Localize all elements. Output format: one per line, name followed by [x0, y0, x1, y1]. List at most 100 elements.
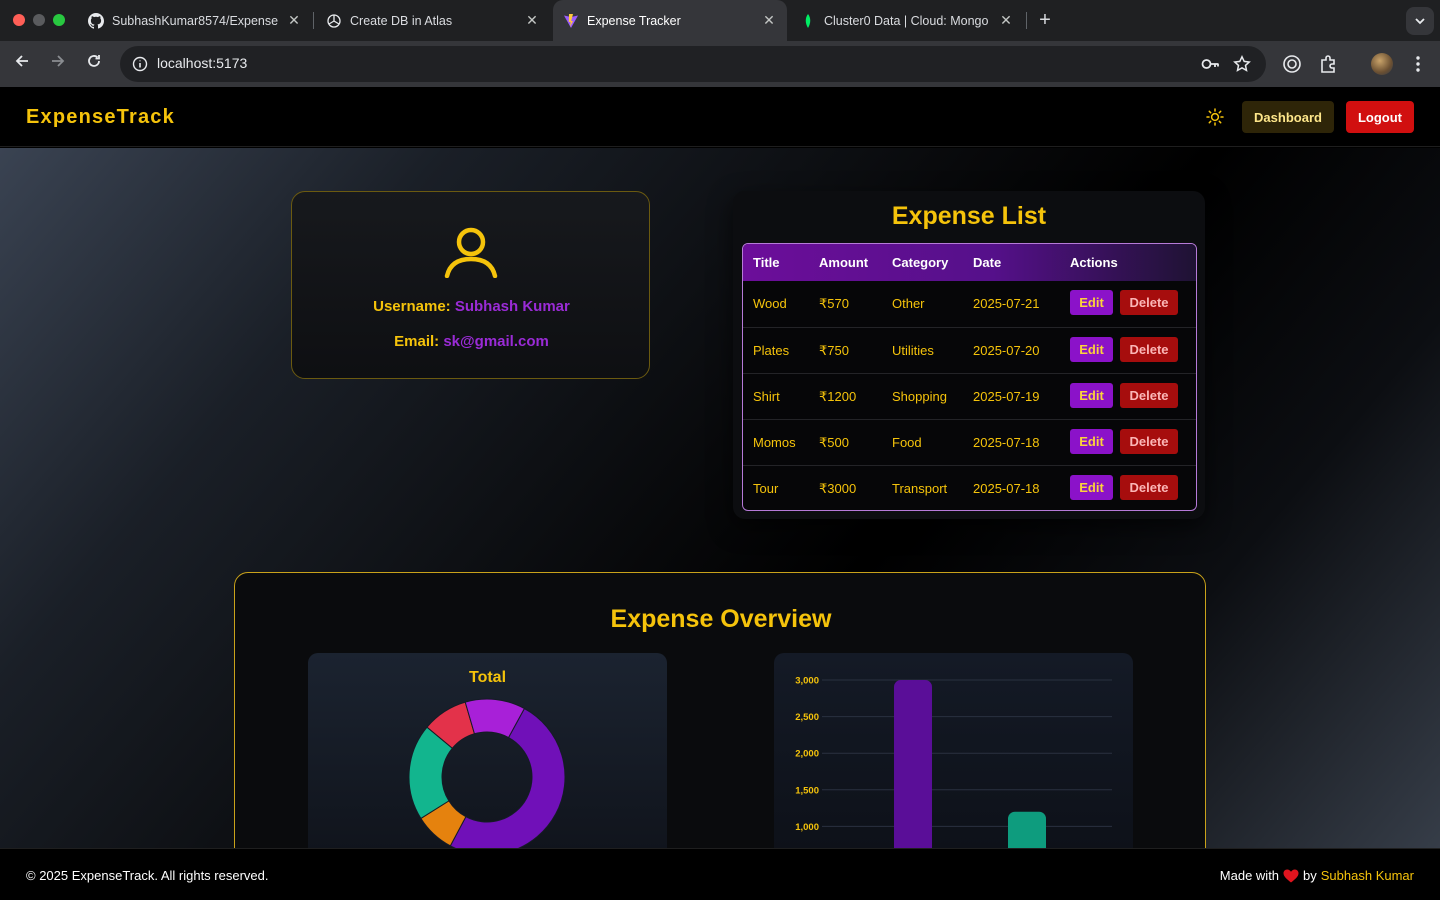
cell-title: Plates — [753, 343, 790, 358]
cell-date: 2025-07-21 — [973, 296, 1040, 311]
cell-amount: ₹500 — [819, 435, 849, 450]
cell-category: Food — [892, 435, 922, 450]
expense-list-title: Expense List — [891, 202, 1047, 230]
delete-button[interactable]: Delete — [1120, 337, 1178, 362]
minimize-window-button[interactable] — [33, 14, 45, 26]
made-with-label: Made with — [1219, 868, 1280, 883]
delete-button[interactable]: Delete — [1120, 475, 1178, 500]
delete-button[interactable]: Delete — [1120, 429, 1178, 454]
expense-overview-card: Expense Overview Total 3,000 2,500 2,000 1,… — [234, 572, 1206, 848]
edit-button[interactable]: Edit — [1070, 337, 1113, 362]
column-header-title: Title — [753, 255, 780, 270]
bar-shopping[interactable] — [1008, 811, 1046, 848]
bar-chart: 3,000 2,500 2,000 1,500 1,000 — [795, 676, 1112, 848]
cell-amount: ₹3000 — [819, 481, 857, 496]
cell-category: Shopping — [892, 389, 947, 404]
username-row: Username: Subhash Kumar — [292, 298, 651, 315]
email-row: Email: sk@gmail.com — [292, 333, 651, 350]
bookmark-star-icon[interactable] — [1232, 54, 1252, 74]
y-tick-label: 2,500 — [795, 712, 819, 723]
url-text: localhost:5173 — [157, 55, 248, 71]
tab-close-icon[interactable]: ✕ — [998, 12, 1014, 29]
copyright-text: © 2025 ExpenseTrack. All rights reserved… — [26, 868, 269, 883]
tab-close-icon[interactable]: ✕ — [524, 12, 540, 29]
cell-title: Shirt — [753, 389, 780, 404]
expense-table: Title Amount Category Date Actions Wood ₹… — [742, 243, 1197, 511]
y-tick-label: 1,000 — [795, 822, 819, 833]
tab-title: SubhashKumar8574/Expense — [112, 13, 279, 28]
browser-tab-bar: SubhashKumar8574/Expense ✕ Create DB in … — [0, 0, 1440, 41]
username-value: Subhash Kumar — [454, 298, 570, 315]
heart-icon — [1283, 869, 1299, 882]
table-row: Wood ₹570 Other 2025-07-21 Edit Delete — [743, 281, 1196, 327]
browser-menu-icon[interactable] — [1406, 52, 1430, 76]
email-value: sk@gmail.com — [443, 333, 549, 350]
cell-category: Other — [892, 296, 925, 311]
tab-separator — [1026, 12, 1027, 29]
expense-overview-title: Expense Overview — [610, 605, 832, 633]
reload-icon[interactable] — [83, 53, 105, 75]
profile-avatar[interactable] — [1370, 52, 1394, 76]
tab-title: Cluster0 Data | Cloud: Mongo — [824, 13, 989, 28]
extensions-puzzle-icon[interactable] — [1316, 52, 1340, 76]
close-window-button[interactable] — [13, 14, 25, 26]
brand-logo[interactable]: ExpenseTrack — [26, 106, 175, 129]
column-header-actions: Actions — [1070, 255, 1118, 270]
browser-tab-github[interactable]: SubhashKumar8574/Expense ✕ — [78, 0, 312, 41]
logout-button[interactable]: Logout — [1346, 101, 1414, 133]
tab-close-icon[interactable]: ✕ — [761, 12, 777, 29]
column-header-amount: Amount — [819, 255, 869, 270]
main-content: Username: Subhash Kumar Email: sk@gmail.… — [0, 148, 1440, 848]
cell-amount: ₹1200 — [819, 389, 857, 404]
edit-button[interactable]: Edit — [1070, 475, 1113, 500]
table-row: Plates ₹750 Utilities 2025-07-20 Edit Delete — [743, 327, 1196, 373]
email-label: Email: — [394, 333, 440, 350]
browser-tab-expense-tracker[interactable]: Expense Tracker ✕ — [553, 0, 787, 41]
browser-toolbar: localhost:5173 — [0, 41, 1440, 87]
sun-icon[interactable] — [1205, 107, 1225, 127]
cell-category: Utilities — [892, 343, 934, 358]
pie-chart-card: Total — [308, 653, 667, 848]
cell-date: 2025-07-18 — [973, 481, 1040, 496]
cell-amount: ₹750 — [819, 343, 849, 358]
cell-date: 2025-07-18 — [973, 435, 1040, 450]
cell-title: Wood — [753, 296, 787, 311]
dashboard-button[interactable]: Dashboard — [1242, 101, 1334, 133]
delete-button[interactable]: Delete — [1120, 290, 1178, 315]
tab-title: Expense Tracker — [587, 13, 681, 28]
bar-transport[interactable] — [894, 680, 932, 848]
made-with-text: Made with by Subhash Kumar — [1220, 868, 1414, 883]
vite-icon — [563, 13, 579, 29]
table-row: Tour ₹3000 Transport 2025-07-18 Edit Delete — [743, 465, 1196, 510]
tab-title: Create DB in Atlas — [350, 13, 453, 28]
y-tick-label: 1,500 — [795, 785, 819, 796]
address-bar[interactable]: localhost:5173 — [120, 46, 1266, 82]
pie-chart — [408, 698, 566, 848]
cell-category: Transport — [892, 481, 948, 496]
cell-title: Momos — [753, 435, 796, 450]
edit-button[interactable]: Edit — [1070, 290, 1113, 315]
site-info-icon[interactable] — [128, 52, 152, 76]
by-label: by — [1303, 868, 1317, 883]
table-header: Title Amount Category Date Actions — [743, 244, 1196, 281]
app-navbar: ExpenseTrack Dashboard Logout — [0, 87, 1440, 147]
edit-button[interactable]: Edit — [1070, 429, 1113, 454]
bar-chart-card: 3,000 2,500 2,000 1,500 1,000 — [774, 653, 1133, 848]
footer: © 2025 ExpenseTrack. All rights reserved… — [0, 848, 1440, 900]
tab-close-icon[interactable]: ✕ — [286, 12, 302, 29]
browser-tab-chatgpt[interactable]: Create DB in Atlas ✕ — [316, 0, 550, 41]
delete-button[interactable]: Delete — [1120, 383, 1178, 408]
maximize-window-button[interactable] — [53, 14, 65, 26]
author-name[interactable]: Subhash Kumar — [1321, 868, 1414, 883]
password-key-icon[interactable] — [1200, 54, 1220, 74]
table-row: Shirt ₹1200 Shopping 2025-07-19 Edit Delete — [743, 373, 1196, 419]
browser-tab-mongodb[interactable]: Cluster0 Data | Cloud: Mongo ✕ — [790, 0, 1024, 41]
tab-search-chevron-icon[interactable] — [1406, 7, 1434, 35]
forward-arrow-icon[interactable] — [47, 53, 69, 75]
extension-target-icon[interactable] — [1280, 52, 1304, 76]
chatgpt-icon — [326, 13, 342, 29]
column-header-category: Category — [892, 255, 949, 270]
new-tab-button[interactable]: + — [1034, 9, 1056, 31]
edit-button[interactable]: Edit — [1070, 383, 1113, 408]
back-arrow-icon[interactable] — [11, 53, 33, 75]
